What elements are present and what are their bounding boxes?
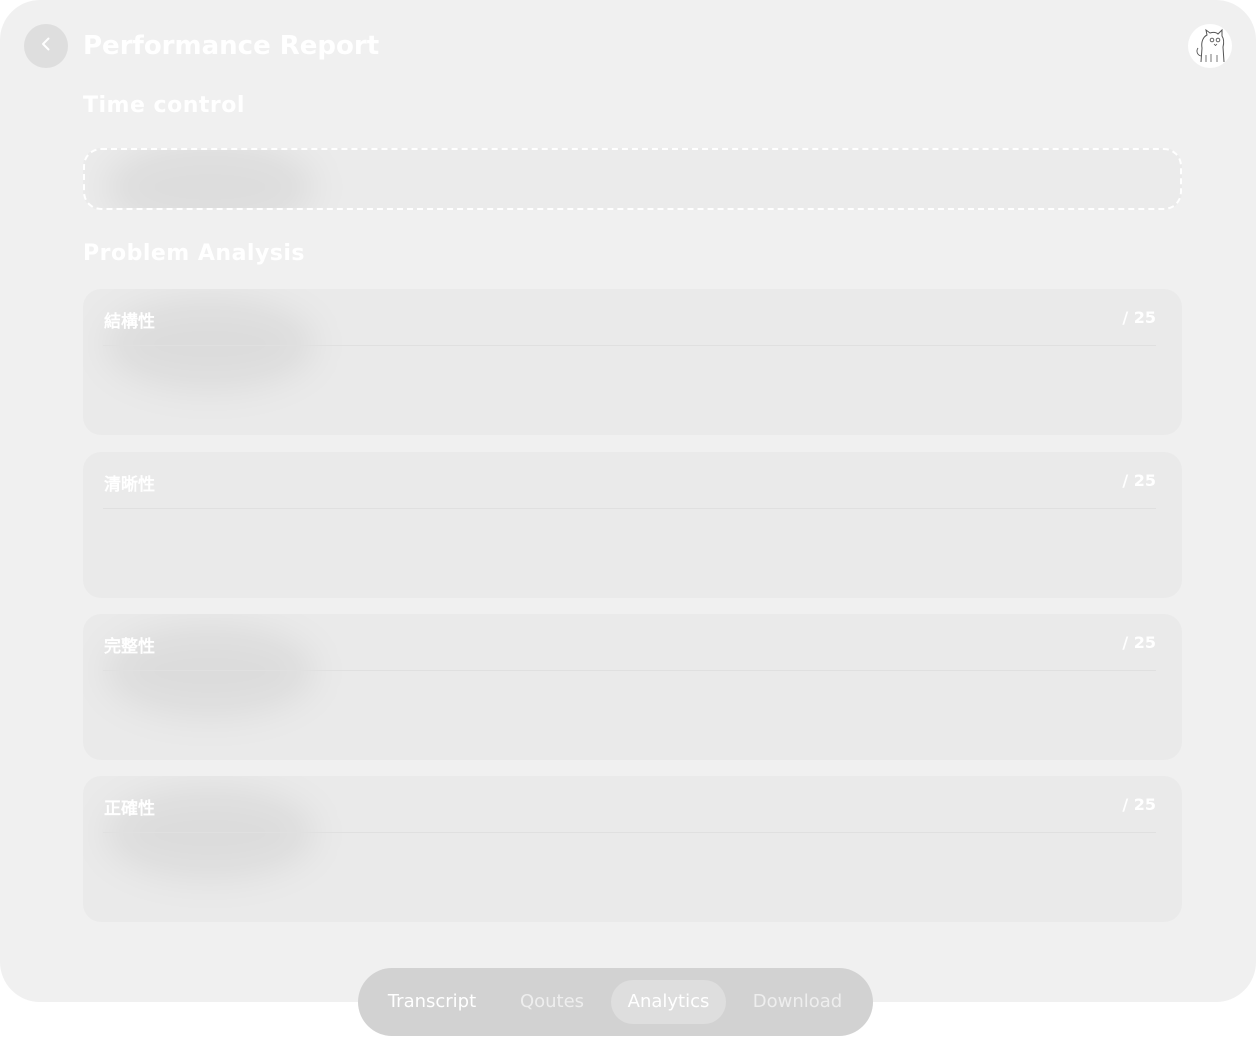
analysis-card-structure: 結構性 / 25 (83, 289, 1182, 435)
card-score: / 25 (1122, 795, 1156, 814)
bottom-tab-bar: Transcript Qoutes Analytics Download (358, 968, 873, 1036)
problem-analysis-heading: Problem Analysis (83, 241, 306, 266)
time-control-box (83, 148, 1182, 210)
divider (103, 508, 1156, 509)
report-panel: Performance Report Time control Problem … (0, 0, 1256, 1002)
cat-sketch-icon (1188, 24, 1232, 68)
tab-analytics[interactable]: Analytics (611, 980, 726, 1024)
card-label: 正確性 (104, 799, 155, 819)
card-label: 清晰性 (104, 475, 155, 495)
avatar[interactable] (1188, 24, 1232, 68)
analysis-card-completeness: 完整性 / 25 (83, 614, 1182, 760)
card-score: / 25 (1122, 308, 1156, 327)
back-button[interactable] (24, 24, 68, 68)
page-title: Performance Report (83, 31, 380, 61)
time-control-heading: Time control (83, 93, 245, 118)
card-label: 結構性 (104, 312, 155, 332)
analysis-card-accuracy: 正確性 / 25 (83, 776, 1182, 922)
blurred-content (105, 150, 315, 208)
chevron-left-icon (38, 36, 54, 56)
card-score: / 25 (1122, 633, 1156, 652)
analysis-card-clarity: 清晰性 / 25 (83, 452, 1182, 598)
divider (103, 832, 1156, 833)
divider (103, 670, 1156, 671)
divider (103, 345, 1156, 346)
card-label: 完整性 (104, 637, 155, 657)
tab-transcript[interactable]: Transcript (376, 980, 488, 1024)
tab-quotes[interactable]: Qoutes (504, 980, 600, 1024)
card-score: / 25 (1122, 471, 1156, 490)
tab-download[interactable]: Download (740, 980, 855, 1024)
